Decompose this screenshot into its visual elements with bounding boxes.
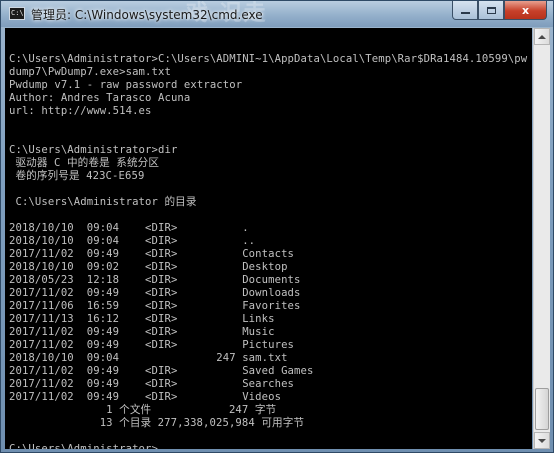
scroll-down-arrow-icon bbox=[538, 438, 546, 443]
vertical-scrollbar[interactable] bbox=[533, 28, 550, 449]
console-line: C:\Users\Administrator>dir bbox=[9, 144, 178, 156]
console-line: url: http://www.514.es bbox=[9, 105, 152, 117]
title-bar[interactable]: C:\ 戏 况走 管理员: C:\Windows\system32\cmd.ex… bbox=[1, 1, 553, 27]
console-line: 2017/11/02 09:49 <DIR> Music bbox=[9, 326, 275, 338]
console-line: Author: Andres Tarasco Acuna bbox=[9, 92, 191, 104]
console-line: 2017/11/02 09:49 <DIR> Contacts bbox=[9, 248, 295, 260]
console-line: 2018/10/10 09:02 <DIR> Desktop bbox=[9, 261, 288, 273]
close-button[interactable]: x bbox=[504, 1, 547, 20]
window-controls: x bbox=[452, 1, 547, 21]
console-line: C:\Users\Administrator>C:\Users\ADMINI~1… bbox=[9, 53, 528, 65]
minimize-button[interactable] bbox=[452, 1, 478, 20]
console-line: 1 个文件 247 字节 bbox=[9, 404, 277, 416]
scrollbar-thumb[interactable] bbox=[535, 388, 549, 430]
console-line: 2018/05/23 12:18 <DIR> Documents bbox=[9, 274, 301, 286]
console-line: C:\Users\Administrator> bbox=[9, 443, 527, 449]
console-line: 2018/10/10 09:04 <DIR> .. bbox=[9, 235, 256, 247]
scroll-up-arrow-icon bbox=[538, 34, 546, 39]
console-line: 2017/11/13 16:12 <DIR> Links bbox=[9, 313, 275, 325]
console-line: 2017/11/02 09:49 <DIR> Searches bbox=[9, 378, 295, 390]
scroll-up-button[interactable] bbox=[534, 28, 550, 45]
console-output[interactable]: C:\Users\Administrator>C:\Users\ADMINI~1… bbox=[5, 28, 532, 449]
cmd-window: C:\ 戏 况走 管理员: C:\Windows\system32\cmd.ex… bbox=[0, 0, 554, 453]
console-line: 2017/11/02 09:49 <DIR> Saved Games bbox=[9, 365, 314, 377]
console-lines: C:\Users\Administrator>C:\Users\ADMINI~1… bbox=[9, 40, 527, 449]
console-line: 2017/11/02 09:49 <DIR> Pictures bbox=[9, 339, 295, 351]
console-line: dump7\PwDump7.exe>sam.txt bbox=[9, 66, 171, 78]
maximize-button[interactable] bbox=[478, 1, 504, 20]
console-line: 2018/10/10 09:04 <DIR> . bbox=[9, 222, 249, 234]
console-line: 13 个目录 277,338,025,984 可用字节 bbox=[9, 417, 305, 429]
minimize-icon bbox=[460, 12, 470, 14]
window-title: 管理员: C:\Windows\system32\cmd.exe bbox=[31, 8, 263, 22]
console-line: 2017/11/02 09:49 <DIR> Videos bbox=[9, 391, 282, 403]
console-line: C:\Users\Administrator 的目录 bbox=[9, 196, 197, 208]
console-line: Pwdump v7.1 - raw password extractor bbox=[9, 79, 243, 91]
console-line: 2018/10/10 09:04 247 sam.txt bbox=[9, 352, 288, 364]
console-line: 2017/11/06 16:59 <DIR> Favorites bbox=[9, 300, 301, 312]
maximize-icon bbox=[486, 6, 496, 14]
console-line: 卷的序列号是 423C-E659 bbox=[9, 170, 145, 182]
console-line: 2017/11/02 09:49 <DIR> Downloads bbox=[9, 287, 301, 299]
close-icon: x bbox=[521, 3, 530, 17]
console-line: 驱动器 C 中的卷是 系统分区 bbox=[9, 157, 160, 169]
scroll-down-button[interactable] bbox=[534, 432, 550, 449]
cmd-icon[interactable]: C:\ bbox=[9, 7, 25, 20]
